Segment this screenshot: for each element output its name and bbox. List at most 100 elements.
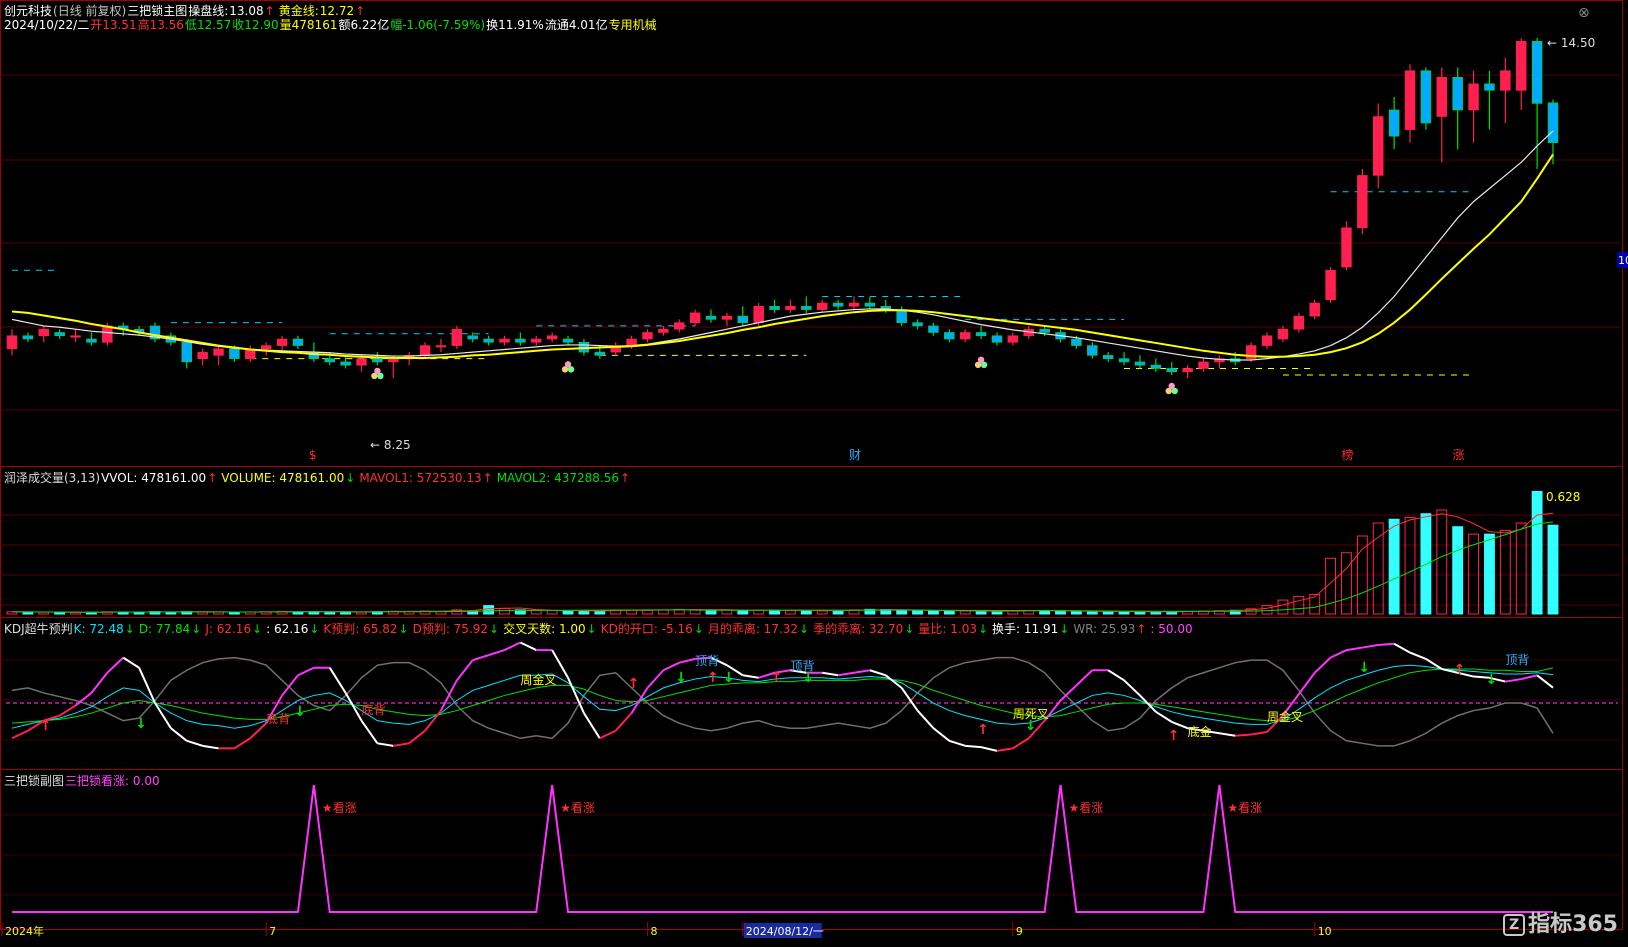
- j-line-segment: [1250, 730, 1268, 736]
- candle-body: [801, 306, 812, 310]
- j-line-segment: [344, 692, 363, 722]
- candle-body: [1484, 83, 1495, 91]
- header-field: ↑: [482, 471, 493, 485]
- j-line-segment: [1330, 649, 1347, 659]
- j-line-segment: [1235, 733, 1252, 737]
- kdj-annotations: 底背底背周金叉顶背 顶背周死叉底金周金叉顶背↑ ↓↓↑ ↓ ↑ ↓ ↑ ↓↑ ↓↑↓ ↑↓: [40, 653, 1530, 744]
- close-window-icon[interactable]: ⊗: [1578, 5, 1590, 21]
- candle-body: [1261, 335, 1273, 346]
- header-field: ↑: [1136, 622, 1147, 636]
- header-field: MAVOL2: 437288.56: [496, 471, 619, 485]
- header-field: 三把锁看涨: 0.00: [65, 774, 160, 788]
- header-field: : 62.16: [266, 622, 309, 636]
- header-field: ↑: [207, 471, 218, 485]
- candle-body: [1404, 70, 1416, 130]
- up-arrow-icon: ↑: [628, 676, 640, 692]
- bullish-signal-label: ★看涨: [1069, 800, 1104, 815]
- candle-body: [467, 335, 478, 340]
- candle-body: [975, 332, 987, 337]
- down-arrow-icon: ↓: [135, 716, 147, 732]
- candle-body: [991, 335, 1003, 343]
- kdj-panel-header: KDJ超牛预判K: 72.48↓ D: 77.84↓ J: 62.16↓: 62.1…: [4, 620, 1194, 637]
- header-field: ↓: [252, 622, 263, 636]
- volume-bar: [943, 610, 955, 615]
- candle-body: [1500, 70, 1511, 91]
- j-line-segment: [408, 729, 426, 745]
- candle-body: [1102, 355, 1114, 359]
- j-line-segment: [869, 669, 887, 677]
- candle-body: [1007, 335, 1019, 343]
- header-field: 流通4.01亿: [544, 18, 608, 32]
- candle-body: [1341, 227, 1352, 268]
- j-line-segment: [1075, 669, 1093, 687]
- volume-bar: [483, 605, 495, 615]
- header-field: ↓: [309, 622, 320, 636]
- candle-body: [864, 302, 876, 307]
- candle-body: [197, 351, 208, 359]
- down-arrow-icon: ↓: [294, 704, 306, 720]
- down-arrow-icon: ↓: [1485, 672, 1497, 688]
- header-field: 量比: 1.03: [918, 622, 977, 636]
- header-field: J: 62.16: [205, 622, 252, 636]
- candle-body: [515, 338, 526, 343]
- candle-body: [1547, 102, 1559, 144]
- candle-body: [1150, 364, 1162, 369]
- volume-bar: [912, 609, 923, 615]
- down-arrow-icon: ↓: [1358, 660, 1370, 676]
- volume-bar: [737, 609, 749, 615]
- candle-body: [499, 338, 510, 343]
- header-field: ↓: [693, 622, 704, 636]
- x-tick-label: 8: [650, 925, 657, 938]
- j-line-segment: [567, 677, 585, 714]
- candle-body: [1071, 338, 1082, 346]
- candle-body: [22, 335, 34, 340]
- header-field: 换手: 11.91: [992, 622, 1059, 636]
- x-tick-label: 9: [1016, 925, 1023, 938]
- volume-bar: [1452, 526, 1464, 615]
- kdj-annotation: 顶背: [1505, 653, 1529, 667]
- x-tick-label: 2024年: [5, 924, 44, 938]
- clover-marker: [977, 356, 985, 364]
- j-line-segment: [949, 739, 966, 747]
- volume-bar: [1070, 610, 1082, 615]
- vol-value-label: 0.628: [1546, 490, 1580, 504]
- kdj-panel: 底背底背周金叉顶背 顶背周死叉底金周金叉顶背↑ ↓↓↑ ↓ ↑ ↓ ↑ ↓↑ ↓↑↓ ↑↓: [6, 641, 1618, 752]
- candle-body: [689, 312, 701, 323]
- header-field: 高13.56: [137, 18, 184, 32]
- watermark: Z 指标365: [1503, 906, 1618, 938]
- j-line-segment: [1298, 672, 1316, 695]
- x-tick-label: 10: [1318, 925, 1332, 938]
- candle-body: [388, 358, 399, 363]
- header-field: 交叉天数: 1.00: [503, 622, 586, 636]
- bullish-signal-label: ★看涨: [1227, 800, 1262, 815]
- volume-bar: [896, 609, 908, 615]
- j-line-segment: [742, 674, 759, 679]
- candle-body: [816, 302, 828, 310]
- volume-bar: [1086, 610, 1098, 615]
- candle-body: [435, 345, 447, 348]
- header-field: 低12.57: [184, 18, 232, 32]
- j-line-segment: [440, 679, 458, 712]
- ma-line-white: [11, 130, 1554, 361]
- header-field: 润泽成交量(3,13): [4, 471, 101, 485]
- j-line-segment: [170, 727, 188, 742]
- price-low-label: ← 8.25: [370, 438, 411, 452]
- j-line-segment: [837, 671, 855, 677]
- volume-bar: [578, 610, 590, 615]
- candle-body: [912, 322, 923, 327]
- candle-body: [928, 325, 939, 333]
- header-field: K: 72.48: [73, 622, 124, 636]
- j-line-segment: [202, 744, 219, 750]
- volume-bar: [642, 609, 653, 615]
- candle-body: [1039, 328, 1050, 333]
- header-field: 三把锁副图: [4, 774, 65, 788]
- j-line-segment: [1346, 646, 1363, 652]
- candle-body: [674, 322, 685, 330]
- candle-body: [372, 358, 383, 363]
- volume-bar: [927, 610, 939, 615]
- j-line-segment: [393, 742, 410, 747]
- volume-bar: [1055, 610, 1066, 615]
- j-line-segment: [154, 702, 172, 729]
- volume-bar: [816, 610, 828, 615]
- header-field: KD的开口: -5.16: [600, 622, 693, 636]
